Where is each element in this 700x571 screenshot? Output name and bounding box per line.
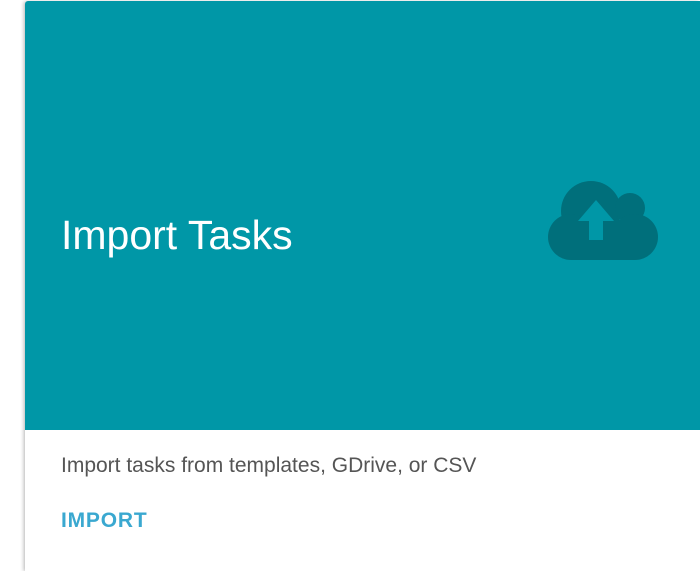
card-body: Import tasks from templates, GDrive, or … — [25, 430, 700, 571]
card-header: Import Tasks — [25, 1, 700, 430]
page: Import Tasks Import tasks from templates… — [0, 0, 700, 571]
card-title: Import Tasks — [61, 212, 293, 258]
cloud-upload-icon — [548, 181, 658, 260]
card-description: Import tasks from templates, GDrive, or … — [61, 454, 477, 477]
import-button[interactable]: IMPORT — [61, 508, 147, 534]
import-tasks-card: Import Tasks Import tasks from templates… — [25, 1, 700, 571]
